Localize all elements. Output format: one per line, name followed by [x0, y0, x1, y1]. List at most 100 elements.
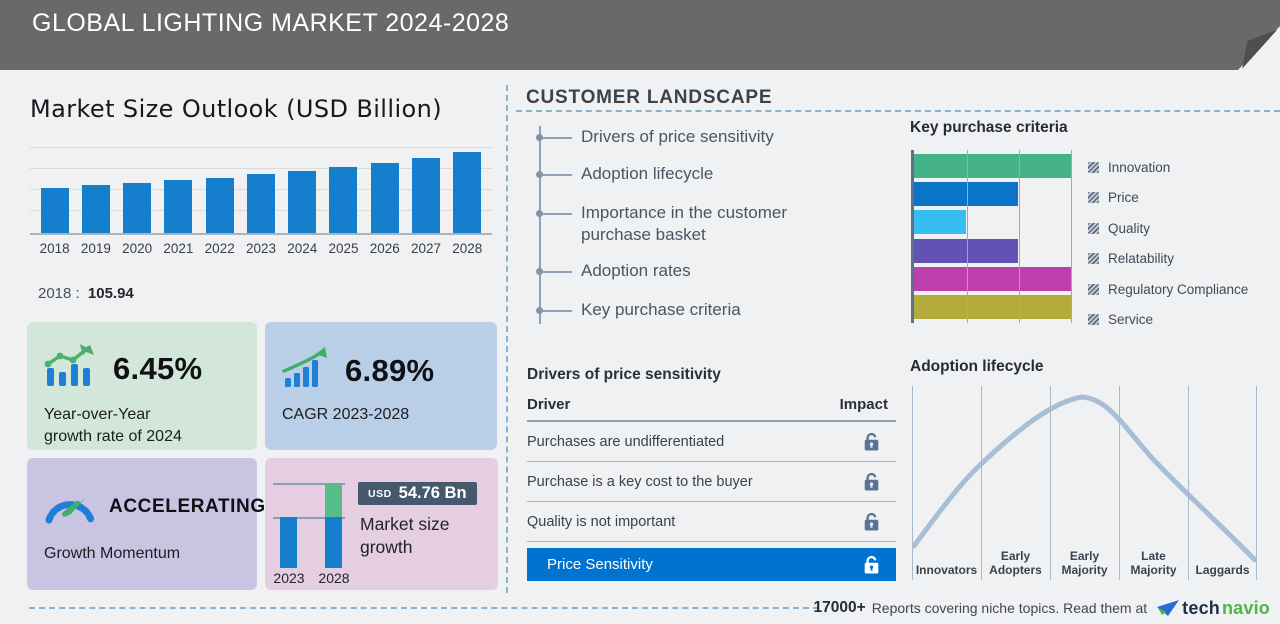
footer-text: Reports covering niche topics. Read them…	[872, 600, 1147, 616]
legend-swatch-icon	[1088, 162, 1099, 173]
legend-swatch-icon	[1088, 192, 1099, 203]
bar-2028-growth-segment	[325, 483, 342, 517]
gridline	[967, 150, 968, 323]
year-label: 2024	[282, 241, 323, 256]
bar-2022	[206, 178, 234, 233]
gridline	[1019, 150, 1020, 323]
bar-2026	[371, 163, 399, 233]
growth-momentum-card: ACCELERATING Growth Momentum	[27, 458, 257, 590]
yoy-growth-card: 6.45% Year-over-Year growth rate of 2024	[27, 322, 257, 450]
legend-item: Quality	[1088, 213, 1278, 244]
bar-slot	[447, 140, 488, 233]
market-size-bars	[30, 140, 492, 233]
criteria-bar-0	[914, 154, 1072, 178]
momentum-label: Growth Momentum	[44, 543, 257, 565]
year-label: 2022	[199, 241, 240, 256]
year-label: 2021	[158, 241, 199, 256]
branch-line	[543, 271, 572, 273]
list-item-label: Importance in the customer purchase bask…	[581, 202, 821, 247]
mini-growth-chart: 20232028	[271, 478, 355, 586]
bar-slot	[158, 140, 199, 233]
legend-label: Quality	[1108, 221, 1150, 236]
bar-slot	[240, 140, 281, 233]
highlight-label: Price Sensitivity	[547, 556, 653, 573]
legend-swatch-icon	[1088, 223, 1099, 234]
legend-label: Price	[1108, 190, 1139, 205]
bar-slot	[323, 140, 364, 233]
report-count: 17000+	[814, 599, 866, 617]
list-item: Adoption lifecycle	[526, 163, 821, 185]
growth-amount-badge: USD 54.76 Bn	[358, 482, 477, 505]
branch-line	[543, 310, 572, 312]
base-year-number: 105.94	[88, 285, 134, 302]
legend-label: Service	[1108, 312, 1153, 327]
bar-2021	[164, 180, 192, 233]
legend-swatch-icon	[1088, 284, 1099, 295]
market-size-year-axis: 2018201920202021202220232024202520262027…	[30, 241, 492, 256]
year-label: 2028	[447, 241, 488, 256]
gridline	[912, 386, 913, 580]
gridline	[1256, 386, 1257, 580]
branch-dot-icon	[536, 210, 543, 217]
separator: :	[76, 285, 80, 302]
year-label: 2019	[75, 241, 116, 256]
customer-landscape-title: CUSTOMER LANDSCAPE	[526, 87, 772, 109]
legend-label: Innovation	[1108, 160, 1170, 175]
legend-item: Innovation	[1088, 152, 1278, 183]
yoy-growth-value: 6.45%	[113, 351, 202, 387]
list-item-label: Drivers of price sensitivity	[581, 126, 821, 148]
legend-item: Price	[1088, 183, 1278, 214]
dashed-underline	[516, 110, 1280, 112]
year-label: 2020	[117, 241, 158, 256]
bar-2023	[247, 174, 275, 233]
bar-2018	[41, 188, 69, 233]
branch-dot-icon	[536, 134, 543, 141]
bar-slot	[117, 140, 158, 233]
page-title: GLOBAL LIGHTING MARKET 2024-2028	[32, 9, 509, 38]
market-size-outlook-chart	[30, 140, 492, 235]
driver-label: Purchases are undifferentiated	[527, 434, 724, 450]
lock-icon	[863, 554, 880, 575]
branch-dot-icon	[536, 171, 543, 178]
table-header: Driver Impact	[527, 396, 896, 422]
footer: 17000+ Reports covering niche topics. Re…	[814, 595, 1270, 621]
year-label: 2023	[271, 570, 307, 586]
technavio-logo[interactable]: tech navio	[1157, 598, 1270, 619]
currency-label: USD	[368, 488, 392, 500]
brand-navio: navio	[1222, 598, 1270, 619]
cagr-card: 6.89% CAGR 2023-2028	[265, 322, 497, 450]
legend-swatch-icon	[1088, 314, 1099, 325]
list-item-label: Adoption rates	[581, 260, 821, 282]
bar-2024	[288, 171, 316, 233]
infographic-page: GLOBAL LIGHTING MARKET 2024-2028 Market …	[0, 0, 1280, 624]
column-driver: Driver	[527, 396, 570, 413]
market-size-growth-card: 20232028 USD 54.76 Bn Market size growth	[265, 458, 498, 590]
adoption-lifecycle-chart: InnovatorsEarly AdoptersEarly MajorityLa…	[912, 386, 1257, 580]
branch-line	[543, 174, 572, 176]
bar-slot	[199, 140, 240, 233]
branch-dot-icon	[536, 307, 543, 314]
list-item: Adoption rates	[526, 260, 821, 282]
list-item: Drivers of price sensitivity	[526, 126, 821, 148]
stage-label: Late Majority	[1119, 550, 1188, 577]
lock-icon	[863, 431, 880, 452]
header-band: GLOBAL LIGHTING MARKET 2024-2028	[0, 0, 1280, 70]
bar-slot	[364, 140, 405, 233]
branch-line	[543, 137, 572, 139]
customer-landscape-list: Drivers of price sensitivity Adoption lif…	[526, 118, 906, 330]
lock-icon	[863, 471, 880, 492]
stage-label: Laggards	[1188, 564, 1257, 578]
base-year-value: 2018 : 105.94	[38, 285, 134, 302]
table-row: Purchase is a key cost to the buyer	[527, 462, 896, 502]
list-item: Key purchase criteria	[526, 299, 821, 321]
branch-line	[543, 213, 572, 215]
table-row: Quality is not important	[527, 502, 896, 542]
bar-2027	[412, 158, 440, 233]
year-label: 2027	[405, 241, 446, 256]
cagr-value: 6.89%	[345, 353, 434, 389]
legend-label: Regulatory Compliance	[1108, 282, 1248, 297]
year-label: 2018	[34, 241, 75, 256]
branch-dot-icon	[536, 268, 543, 275]
price-sensitivity-highlight-row: Price Sensitivity	[527, 548, 896, 581]
legend-item: Regulatory Compliance	[1088, 274, 1278, 305]
